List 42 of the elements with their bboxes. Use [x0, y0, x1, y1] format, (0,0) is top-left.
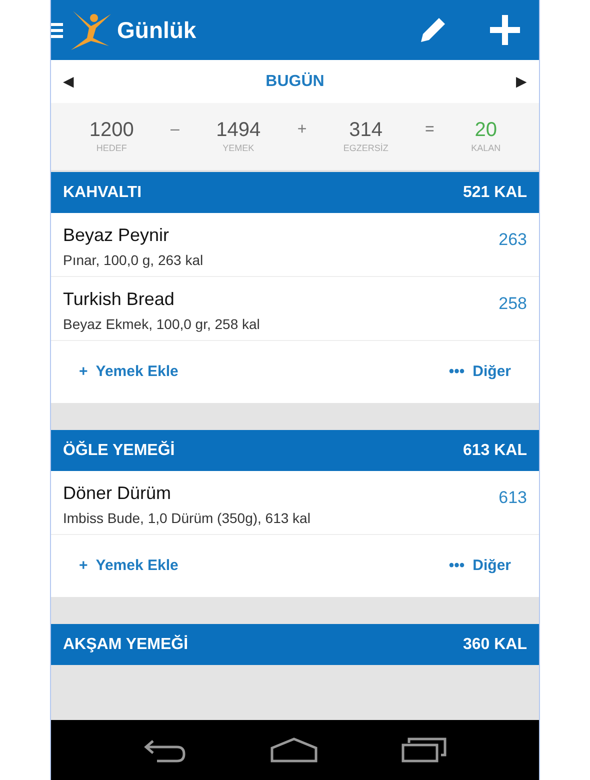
- food-calories: 258: [498, 293, 527, 315]
- calorie-value: 314: [349, 118, 383, 142]
- calorie-label: EGZERSİZ: [343, 142, 388, 155]
- operator-sign: =: [425, 120, 434, 140]
- calorie-value: 20: [474, 118, 497, 142]
- food-entry[interactable]: Beyaz Peynir Pınar, 100,0 g, 263 kal 263: [51, 213, 539, 277]
- meal-title: AKŞAM YEMEĞİ: [63, 634, 188, 654]
- food-entry[interactable]: Turkish Bread Beyaz Ekmek, 100,0 gr, 258 kal 258: [51, 277, 539, 341]
- food-detail: Pınar, 100,0 g, 263 kal: [63, 250, 204, 270]
- more-button[interactable]: ••• Diğer: [448, 360, 511, 384]
- next-day-button[interactable]: ▶: [512, 71, 531, 92]
- meal-title: KAHVALTI: [63, 182, 142, 202]
- operator-sign: +: [297, 120, 307, 140]
- food-entry[interactable]: Döner Dürüm Imbiss Bude, 1,0 Dürüm (350g), 613 kal 613: [51, 471, 539, 535]
- add-food-button[interactable]: + Yemek Ekle: [79, 360, 178, 384]
- food-calories: 263: [498, 229, 527, 251]
- add-icon[interactable]: [489, 14, 521, 46]
- app-title: Günlük: [117, 16, 196, 45]
- menu-icon[interactable]: [51, 22, 63, 38]
- recent-apps-icon[interactable]: [401, 737, 448, 763]
- food-name: Döner Dürüm: [63, 483, 172, 505]
- date-label: BUGÜN: [266, 71, 324, 92]
- food-detail: Imbiss Bude, 1,0 Dürüm (350g), 613 kal: [63, 508, 310, 528]
- back-icon[interactable]: [142, 737, 187, 763]
- food-name: Beyaz Peynir: [63, 225, 170, 247]
- meal-total: 521 KAL: [462, 182, 527, 202]
- meal-total: 613 KAL: [462, 440, 527, 460]
- calorie-value: 1494: [216, 118, 261, 142]
- calorie-label: HEDEF: [96, 142, 127, 155]
- food-name: Turkish Bread: [63, 289, 176, 311]
- food-detail: Beyaz Ekmek, 100,0 gr, 258 kal: [63, 314, 260, 334]
- operator-sign: –: [170, 120, 180, 140]
- previous-day-button[interactable]: ◀: [59, 71, 78, 92]
- home-icon[interactable]: [270, 737, 318, 763]
- add-food-button[interactable]: + Yemek Ekle: [79, 554, 178, 578]
- meal-total: 360 KAL: [462, 634, 527, 654]
- more-button[interactable]: ••• Diğer: [448, 554, 511, 578]
- calorie-label: KALAN: [471, 142, 501, 155]
- calorie-value: 1200: [89, 118, 134, 142]
- food-calories: 613: [498, 487, 527, 509]
- meal-title: ÖĞLE YEMEĞİ: [63, 440, 175, 460]
- calorie-label: YEMEK: [222, 142, 254, 155]
